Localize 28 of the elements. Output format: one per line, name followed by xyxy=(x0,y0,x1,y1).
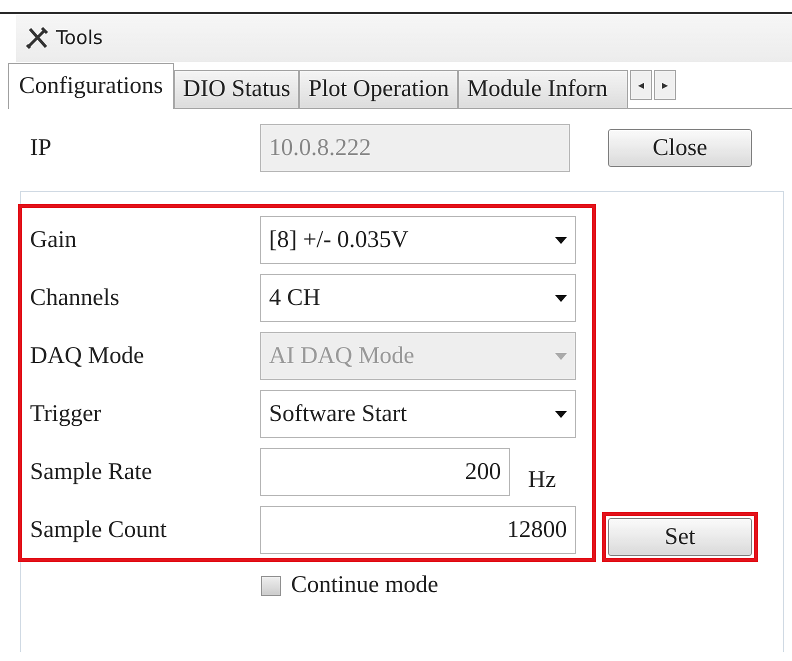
checkbox-label: Continue mode xyxy=(291,572,438,599)
number-field[interactable]: 200 xyxy=(260,448,510,496)
ip-label: IP xyxy=(30,134,52,162)
field-label: Sample Rate xyxy=(30,458,153,486)
tab[interactable]: Configurations xyxy=(8,63,174,109)
tools-icon xyxy=(24,25,50,51)
dropdown-caret-icon[interactable] xyxy=(555,236,567,244)
number-field[interactable]: 12800 xyxy=(260,506,576,554)
field-label: Channels xyxy=(30,284,120,312)
tab[interactable]: Plot Operation xyxy=(299,70,458,108)
dropdown-caret-icon[interactable] xyxy=(555,294,567,302)
field-label: DAQ Mode xyxy=(30,342,145,370)
dropdown[interactable]: Software Start xyxy=(260,390,576,438)
field-label: Sample Count xyxy=(30,516,168,544)
dropdown-caret-icon[interactable] xyxy=(555,410,567,418)
set-button[interactable]: Set xyxy=(608,518,752,556)
field-label: Gain xyxy=(30,226,78,254)
scroll-left-button[interactable]: ◂ xyxy=(630,70,652,100)
dropdown[interactable]: 4 CH xyxy=(260,274,576,322)
toolbar-title: Tools xyxy=(56,27,103,49)
field-label: Trigger xyxy=(30,400,102,428)
checkbox[interactable] xyxy=(261,576,281,596)
unit-label: Hz xyxy=(528,467,556,495)
close-button[interactable]: Close xyxy=(608,129,752,167)
tab[interactable]: DIO Status xyxy=(174,70,300,108)
dropdown[interactable]: [8] +/- 0.035V xyxy=(260,216,576,264)
tab[interactable]: Module Inforn xyxy=(458,70,628,108)
scroll-right-button[interactable]: ▸ xyxy=(654,70,676,100)
